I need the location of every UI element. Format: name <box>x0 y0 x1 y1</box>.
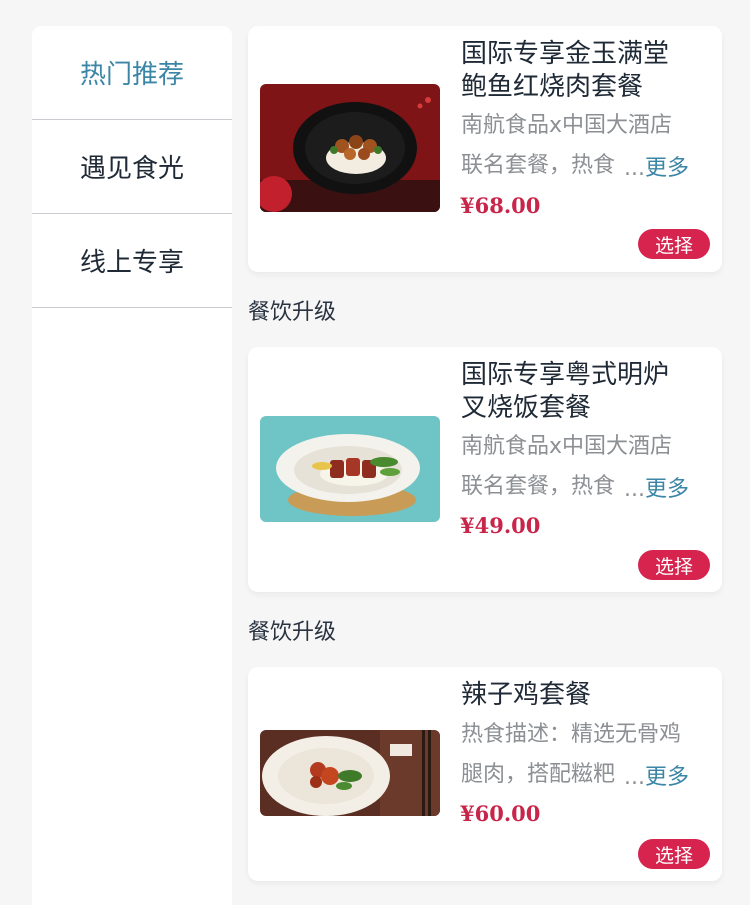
category-sidebar: 热门推荐 遇见食光 线上专享 <box>32 26 232 905</box>
select-button[interactable]: 选择 <box>638 550 710 580</box>
section-label: 餐饮升级 <box>248 619 337 645</box>
meal-title: 辣子鸡套餐 <box>461 680 592 710</box>
sidebar-item-meet-food[interactable]: 遇见食光 <box>32 120 232 214</box>
sidebar-item-label: 热门推荐 <box>79 60 184 90</box>
meal-card: 辣子鸡套餐 热食描述：精选无骨鸡 腿肉，搭配糍粑 ...更多 ¥60.00 选择 <box>248 667 722 881</box>
meal-list: 国际专享金玉满堂 鲍鱼红烧肉套餐 南航食品x中国大酒店 联名套餐，热食 ...更… <box>248 26 722 881</box>
select-button[interactable]: 选择 <box>638 229 710 259</box>
meal-card: 国际专享金玉满堂 鲍鱼红烧肉套餐 南航食品x中国大酒店 联名套餐，热食 ...更… <box>248 26 722 272</box>
select-button[interactable]: 选择 <box>638 839 710 869</box>
meal-image <box>260 730 440 816</box>
meal-price: ¥49.00 <box>460 513 541 538</box>
sidebar-item-label: 线上专享 <box>79 248 184 278</box>
more-link[interactable]: ...更多 <box>624 471 689 503</box>
meal-price: ¥68.00 <box>460 193 541 218</box>
more-link[interactable]: ...更多 <box>624 759 689 791</box>
meal-image <box>260 84 440 212</box>
more-link[interactable]: ...更多 <box>624 150 689 182</box>
section-label: 餐饮升级 <box>248 299 337 325</box>
meal-image <box>260 416 440 522</box>
meal-title: 国际专享金玉满堂 鲍鱼红烧肉套餐 <box>461 39 670 102</box>
sidebar-item-hot[interactable]: 热门推荐 <box>32 26 232 120</box>
meal-title: 国际专享粤式明炉 叉烧饭套餐 <box>461 360 670 423</box>
sidebar-item-online-exclusive[interactable]: 线上专享 <box>32 214 232 308</box>
sidebar-item-label: 遇见食光 <box>79 154 184 184</box>
meal-price: ¥60.00 <box>460 801 541 826</box>
meal-card: 国际专享粤式明炉 叉烧饭套餐 南航食品x中国大酒店 联名套餐，热食 ...更多 … <box>248 347 722 592</box>
